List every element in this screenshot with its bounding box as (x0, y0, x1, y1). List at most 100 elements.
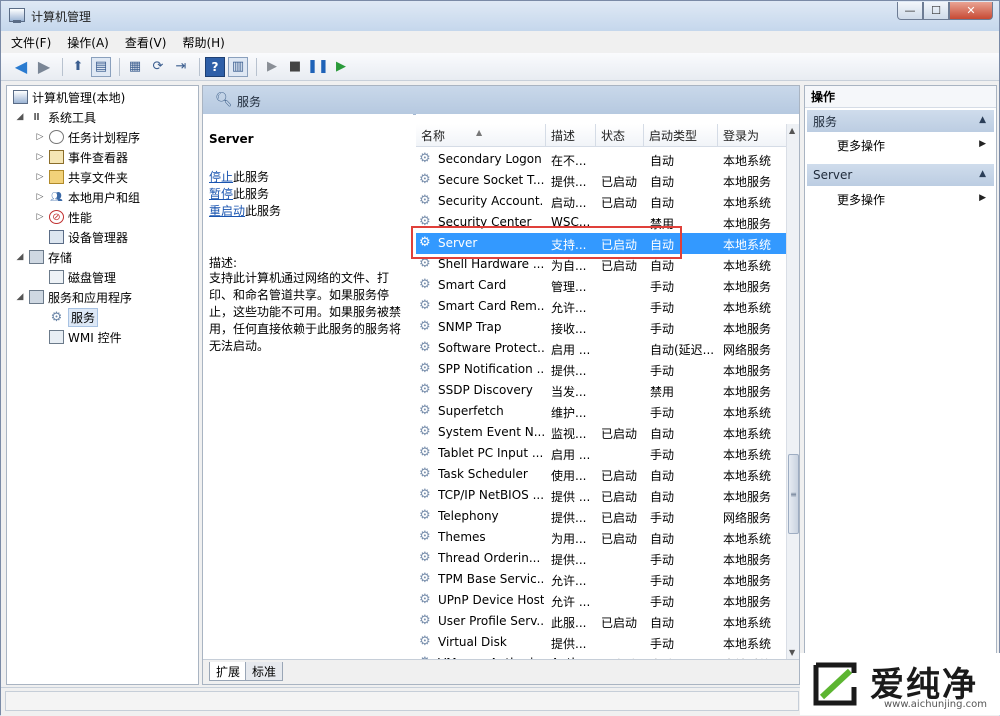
tree-expander-icon[interactable]: ◢ (15, 292, 25, 302)
refresh-icon[interactable]: ⟳ (148, 57, 168, 77)
column-startup-type[interactable]: 启动类型 (644, 124, 718, 146)
cell-description: 允许... (551, 301, 587, 315)
more-actions-services[interactable]: 更多操作 (837, 137, 885, 154)
table-row[interactable]: ⚙ Secure Socket T... 提供... 已启动 自动 本地服务 (416, 170, 786, 191)
actions-section-server[interactable]: Server ▲ (807, 164, 994, 186)
cell-description: 接收... (551, 322, 587, 336)
table-row[interactable]: ⚙ TPM Base Servic... 允许... 手动 本地服务 (416, 569, 786, 590)
maximize-button[interactable]: ☐ (923, 2, 949, 20)
service-gear-icon: ⚙ (419, 634, 431, 649)
cell-status: 已启动 (601, 616, 638, 630)
table-row[interactable]: ⚙ TCP/IP NetBIOS ... 提供 ... 已启动 自动 本地服务 (416, 485, 786, 506)
cell-startup-type: 自动 (650, 469, 675, 483)
close-button[interactable]: ✕ (949, 2, 993, 20)
start-service-icon[interactable]: ▶ (262, 57, 282, 77)
view-tabs: 扩展 标准 (203, 659, 799, 684)
table-row[interactable]: ⚙ System Event N... 监视... 已启动 自动 本地系统 (416, 422, 786, 443)
tree-item[interactable]: 设备管理器 (49, 228, 128, 246)
vertical-scrollbar[interactable]: ▲ ≡ ▼ (786, 124, 799, 659)
stop-link[interactable]: 停止 (209, 170, 233, 184)
table-row[interactable]: ⚙ Superfetch 维护... 手动 本地系统 (416, 401, 786, 422)
up-level-icon[interactable]: ⬆ (68, 57, 88, 77)
scrollbar-thumb[interactable]: ≡ (788, 454, 799, 534)
menu-help[interactable]: 帮助(H) (182, 34, 224, 51)
back-arrow-icon[interactable]: ◀ (11, 57, 31, 77)
tree-item[interactable]: 磁盘管理 (49, 268, 116, 286)
service-gear-icon: ⚙ (419, 466, 431, 481)
table-row[interactable]: ⚙ Smart Card 管理... 手动 本地服务 (416, 275, 786, 296)
table-row[interactable]: ⚙ SSDP Discovery 当发... 禁用 本地服务 (416, 380, 786, 401)
show-hide-action-pane-icon[interactable]: ▥ (228, 56, 248, 77)
stop-service-icon[interactable]: ■ (285, 57, 305, 77)
column-status[interactable]: 状态 (596, 124, 644, 146)
tree-item[interactable]: 事件查看器 (49, 148, 128, 166)
table-row[interactable]: ⚙ Virtual Disk 提供... 手动 本地系统 (416, 632, 786, 653)
cell-name: Telephony (438, 509, 499, 523)
tree-item[interactable]: ⚙ 服务 (49, 307, 99, 327)
toolbar-separator (256, 57, 257, 76)
restart-service-icon[interactable]: ▶ (331, 57, 351, 77)
table-row[interactable]: ⚙ SNMP Trap 接收... 手动 本地服务 (416, 317, 786, 338)
cell-name: SNMP Trap (438, 320, 502, 334)
table-row[interactable]: ⚙ Task Scheduler 使用... 已启动 自动 本地系统 (416, 464, 786, 485)
table-row[interactable]: ⚙ Themes 为用... 已启动 自动 本地系统 (416, 527, 786, 548)
tree-expander-icon[interactable]: ▷ (35, 192, 45, 202)
actions-section-services[interactable]: 服务 ▲ (807, 110, 994, 132)
menu-view[interactable]: 查看(V) (125, 34, 167, 51)
column-logon-as[interactable]: 登录为 (718, 124, 786, 146)
tree-item[interactable]: Ⅱ 系统工具 (29, 108, 96, 126)
tree-expander-icon[interactable]: ▷ (35, 132, 45, 142)
tree-expander-icon[interactable]: ◢ (15, 252, 25, 262)
tree-item[interactable]: 服务和应用程序 (29, 288, 132, 306)
restart-link[interactable]: 重启动 (209, 204, 245, 218)
table-row[interactable]: ⚙ UPnP Device Host 允许 ... 手动 本地服务 (416, 590, 786, 611)
cell-status: 已启动 (601, 469, 638, 483)
tree-expander-icon[interactable]: ◢ (15, 112, 25, 122)
export-list-icon[interactable]: ⇥ (171, 57, 191, 77)
table-row[interactable]: ⚙ Secondary Logon 在不... 自动 本地系统 (416, 149, 786, 170)
scroll-down-arrow-icon[interactable]: ▼ (789, 648, 795, 657)
tree-root[interactable]: 计算机管理(本地) (13, 88, 125, 106)
cell-startup-type: 手动 (650, 574, 675, 588)
tab-extended[interactable]: 扩展 (209, 662, 248, 681)
scroll-up-arrow-icon[interactable]: ▲ (789, 126, 795, 135)
app-window: 计算机管理 — ☐ ✕ 文件(F) 操作(A) 查看(V) 帮助(H) ◀ ▶ … (0, 0, 1000, 716)
more-actions-server[interactable]: 更多操作 (837, 191, 885, 208)
tree-item[interactable]: 👥︎ 本地用户和组 (49, 188, 140, 206)
table-row[interactable]: ⚙ User Profile Serv... 此服... 已启动 自动 本地系统 (416, 611, 786, 632)
tree-item[interactable]: 任务计划程序 (49, 128, 140, 146)
tab-standard[interactable]: 标准 (245, 662, 284, 681)
cell-name: Secondary Logon (438, 152, 542, 166)
cell-description: 允许 ... (551, 595, 591, 609)
table-row[interactable]: ⚙ Software Protect... 启用 ... 自动(延迟... 网络服务 (416, 338, 786, 359)
tree-expander-icon[interactable]: ▷ (35, 172, 45, 182)
tree-item[interactable]: WMI 控件 (49, 328, 122, 346)
column-name[interactable]: 名称 ▲ (416, 124, 546, 146)
tree-item[interactable]: 存储 (29, 248, 72, 266)
toolbar-separator (119, 57, 120, 76)
tree-item[interactable]: ⊘ 性能 (49, 208, 92, 226)
tree-expander-icon[interactable]: ▷ (35, 152, 45, 162)
properties-icon[interactable]: ▦ (125, 57, 145, 77)
menu-action[interactable]: 操作(A) (67, 34, 109, 51)
pause-service-icon[interactable]: ❚❚ (307, 57, 329, 77)
cell-name: UPnP Device Host (438, 593, 544, 607)
column-status-label: 状态 (601, 128, 626, 143)
service-gear-icon: ⚙ (419, 424, 431, 439)
table-row[interactable]: ⚙ Tablet PC Input ... 启用 ... 手动 本地系统 (416, 443, 786, 464)
title-bar[interactable]: 计算机管理 — ☐ ✕ (1, 1, 999, 31)
table-row[interactable]: ⚙ SPP Notification ... 提供... 手动 本地服务 (416, 359, 786, 380)
tree-expander-icon[interactable]: ▷ (35, 212, 45, 222)
pause-link[interactable]: 暂停 (209, 187, 233, 201)
table-row[interactable]: ⚙ Security Account... 启动... 已启动 自动 本地系统 (416, 191, 786, 212)
table-row[interactable]: ⚙ Smart Card Rem... 允许... 手动 本地系统 (416, 296, 786, 317)
show-hide-tree-icon[interactable]: ▤ (91, 56, 111, 77)
column-description[interactable]: 描述 (546, 124, 596, 146)
menu-file[interactable]: 文件(F) (11, 34, 51, 51)
forward-arrow-icon[interactable]: ▶ (34, 57, 54, 77)
minimize-button[interactable]: — (897, 2, 923, 20)
table-row[interactable]: ⚙ Telephony 提供... 已启动 手动 网络服务 (416, 506, 786, 527)
tree-item[interactable]: 共享文件夹 (49, 168, 128, 186)
table-row[interactable]: ⚙ Thread Orderin... 提供... 手动 本地服务 (416, 548, 786, 569)
help-icon[interactable]: ? (205, 56, 225, 77)
